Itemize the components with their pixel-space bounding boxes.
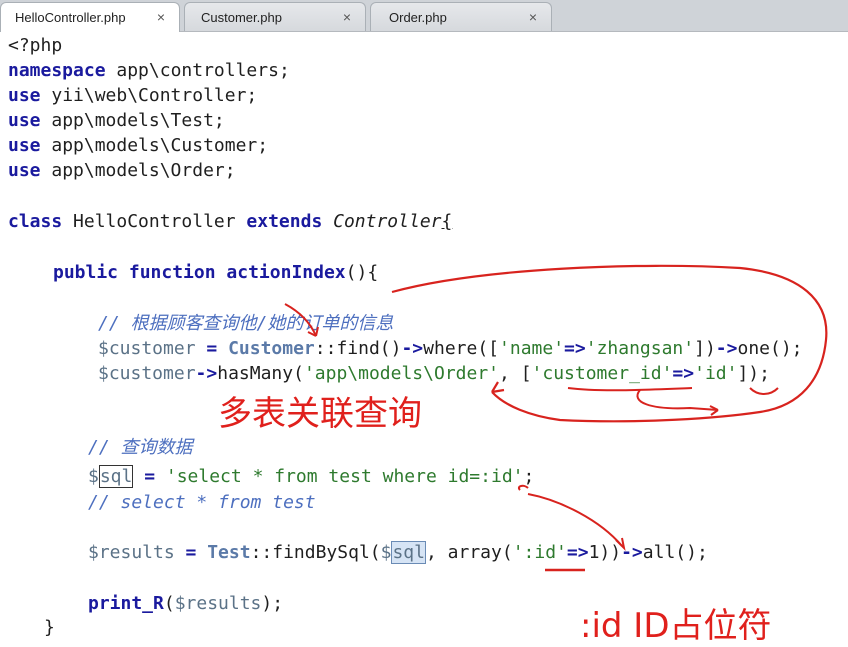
pointer-arrow-mark xyxy=(284,303,317,337)
annotation-multi-table: 多表关联查询 xyxy=(218,394,422,434)
id-mark xyxy=(518,484,529,491)
link-arrow-mark xyxy=(636,389,719,411)
annotation-ink xyxy=(284,264,828,572)
underline-id xyxy=(749,387,779,395)
annotation-placeholder: :id ID占位符 xyxy=(580,606,772,646)
loop-arrow-mark xyxy=(391,264,828,423)
loop-arrowhead-mark xyxy=(491,381,505,394)
underline-customer-id xyxy=(567,387,693,392)
connector-mark xyxy=(527,493,623,547)
